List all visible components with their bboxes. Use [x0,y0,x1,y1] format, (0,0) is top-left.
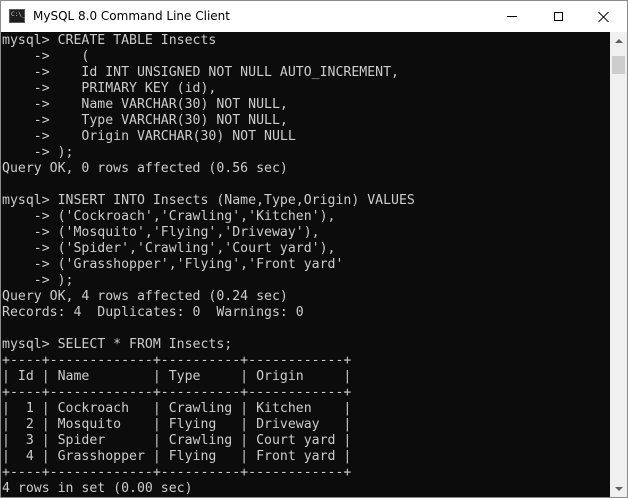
console-line: -> Id INT UNSIGNED NOT NULL AUTO_INCREME… [2,65,399,80]
console-line: | 4 | Grasshopper | Flying | Front yard … [2,449,352,464]
console-line: | 2 | Mosquito | Flying | Driveway | [2,417,352,432]
console-line: -> Origin VARCHAR(30) NOT NULL [2,129,296,144]
scroll-up-button[interactable] [610,32,627,49]
scroll-up-arrow-icon [614,38,623,43]
console-line: Records: 4 Duplicates: 0 Warnings: 0 [2,305,304,320]
terminal-text: mysql> CREATE TABLE Insects -> ( -> Id I… [2,33,415,497]
console-line: +----+-------------+----------+---------… [2,353,352,368]
console-line: -> ('Cockroach','Crawling','Kitchen'), [2,209,336,224]
console-line: -> Name VARCHAR(30) NOT NULL, [2,97,288,112]
console-line: | 1 | Cockroach | Crawling | Kitchen | [2,401,352,416]
minimize-button[interactable] [489,1,535,32]
console-line: -> ('Spider','Crawling','Court yard'), [2,241,336,256]
minimize-icon [507,16,517,17]
vertical-scrollbar[interactable] [610,32,627,497]
console-line: +----+-------------+----------+---------… [2,385,352,400]
console-line: Query OK, 0 rows affected (0.56 sec) [2,161,288,176]
console-app-icon-text: C:\_ [11,11,26,18]
console-line: | 3 | Spider | Crawling | Court yard | [2,433,352,448]
console-line: 4 rows in set (0.00 sec) [2,481,193,496]
console-line: -> ); [2,273,74,288]
console-line: | Id | Name | Type | Origin | [2,369,352,384]
console-line: -> Type VARCHAR(30) NOT NULL, [2,113,288,128]
console-line: +----+-------------+----------+---------… [2,465,352,480]
console-line: mysql> INSERT INTO Insects (Name,Type,Or… [2,193,415,208]
close-button[interactable] [581,1,627,32]
console-line: -> ('Grasshopper','Flying','Front yard' [2,257,344,272]
console-line: mysql> CREATE TABLE Insects [2,33,217,48]
window-title: MySQL 8.0 Command Line Client [33,9,230,23]
scroll-down-arrow-icon [614,486,623,491]
console-line: -> ( [2,49,90,64]
close-icon [598,11,610,23]
maximize-icon [553,12,563,21]
console-line: Query OK, 4 rows affected (0.24 sec) [2,289,288,304]
scroll-down-button[interactable] [610,480,627,497]
maximize-button[interactable] [535,1,581,32]
console-output[interactable]: mysql> CREATE TABLE Insects -> ( -> Id I… [1,32,610,497]
scrollbar-thumb[interactable] [612,56,625,74]
console-line: -> ); [2,145,74,160]
console-line: mysql> SELECT * FROM Insects; [2,337,233,352]
console-window: C:\_ MySQL 8.0 Command Line Client mysql… [0,0,628,498]
console-line: -> ('Mosquito','Flying','Driveway'), [2,225,320,240]
title-bar[interactable]: C:\_ MySQL 8.0 Command Line Client [1,1,627,32]
console-line: -> PRIMARY KEY (id), [2,81,217,96]
console-app-icon[interactable]: C:\_ [9,9,25,23]
